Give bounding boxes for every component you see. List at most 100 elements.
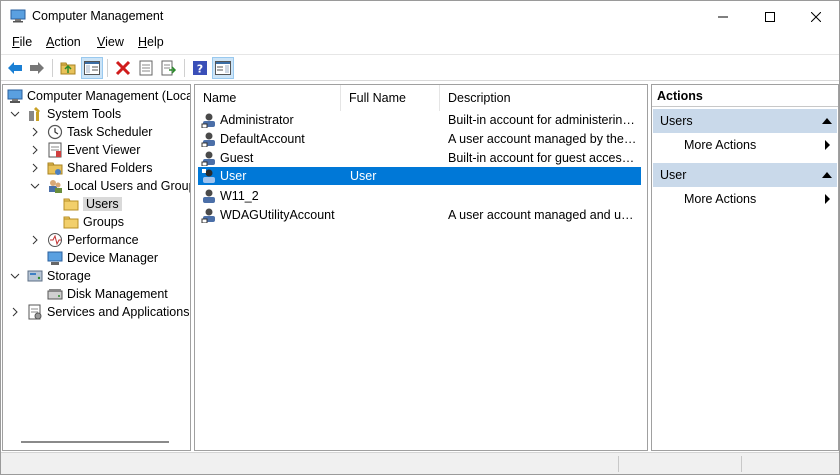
collapse-caret-icon[interactable]: [822, 172, 832, 178]
status-divider: [741, 456, 742, 472]
table-row[interactable]: W11_2: [198, 187, 641, 205]
menu-help[interactable]: Help: [138, 35, 164, 49]
chevron-down-icon[interactable]: [29, 180, 41, 192]
properties-button[interactable]: [135, 57, 157, 79]
horizontal-scrollbar-thumb[interactable]: [21, 441, 169, 443]
chevron-right-icon[interactable]: [9, 306, 21, 318]
event-viewer-icon: [48, 142, 62, 158]
actions-title: Actions: [652, 85, 838, 107]
chevron-down-icon[interactable]: [9, 108, 21, 120]
tree-item-system-tools[interactable]: System Tools: [9, 105, 121, 123]
status-divider: [618, 456, 619, 472]
user-account-icon: [201, 132, 215, 147]
table-row[interactable]: Guest Built-in account for guest access …: [198, 149, 641, 167]
window-title: Computer Management: [32, 9, 164, 23]
menu-file[interactable]: File: [12, 35, 32, 49]
tree-item-performance[interactable]: Performance: [29, 231, 139, 249]
more-actions-user[interactable]: More Actions: [684, 192, 756, 206]
user-description-cell: A user account managed and use...: [448, 208, 638, 222]
more-actions-users[interactable]: More Actions: [684, 138, 756, 152]
svg-text:?: ?: [197, 63, 203, 76]
actions-pane: Actions Users More Actions User More Act…: [651, 84, 839, 451]
help-button[interactable]: ?: [189, 57, 211, 79]
title-bar: Computer Management: [1, 1, 839, 32]
help-icon: ?: [193, 61, 207, 76]
actions-section-users[interactable]: Users: [653, 109, 837, 133]
delete-button[interactable]: [112, 57, 134, 79]
clock-icon: [47, 124, 63, 140]
column-header-name[interactable]: Name: [195, 85, 341, 111]
tree-item-local-users-and-groups[interactable]: Local Users and Groups: [29, 177, 190, 195]
table-row-selected[interactable]: User User: [198, 167, 641, 185]
tree-item-event-viewer[interactable]: Event Viewer: [29, 141, 140, 159]
computer-management-app-icon: [10, 9, 26, 23]
toolbar-separator: [52, 59, 53, 77]
column-header-full-name[interactable]: Full Name: [341, 85, 440, 111]
up-folder-icon: [60, 62, 76, 75]
submenu-arrow-icon: [825, 140, 830, 150]
shared-folder-icon: [47, 162, 63, 175]
submenu-arrow-icon: [825, 194, 830, 204]
tree-item-computer-management[interactable]: Computer Management (Local: [7, 87, 190, 105]
chevron-down-icon[interactable]: [9, 270, 21, 282]
services-icon: [28, 304, 42, 320]
user-description-cell: Built-in account for administering...: [448, 113, 638, 127]
collapse-caret-icon[interactable]: [822, 118, 832, 124]
tree-item-services-and-applications[interactable]: Services and Applications: [9, 303, 189, 321]
menu-view[interactable]: View: [97, 35, 124, 49]
tree-item-users[interactable]: Users: [63, 195, 122, 213]
show-hide-console-tree-button[interactable]: [81, 57, 103, 79]
users-list-pane: Name Full Name Description Administrator…: [194, 84, 648, 451]
user-description-cell: A user account managed by the s...: [448, 132, 638, 146]
tree-item-groups[interactable]: Groups: [63, 213, 124, 231]
table-row[interactable]: Administrator Built-in account for admin…: [198, 111, 641, 129]
table-row[interactable]: WDAGUtilityAccount A user account manage…: [198, 206, 641, 224]
tree-item-task-scheduler[interactable]: Task Scheduler: [29, 123, 152, 141]
show-hide-action-pane-button[interactable]: [212, 57, 234, 79]
system-tools-icon: [29, 107, 40, 121]
actions-section-user[interactable]: User: [653, 163, 837, 187]
chevron-right-icon[interactable]: [29, 234, 41, 246]
user-account-icon: [201, 208, 215, 223]
maximize-button[interactable]: [747, 1, 793, 32]
table-row[interactable]: DefaultAccount A user account managed by…: [198, 130, 641, 148]
chevron-right-icon[interactable]: [29, 144, 41, 156]
tree-item-device-manager[interactable]: Device Manager: [47, 249, 158, 267]
forward-arrow-icon: [30, 62, 44, 74]
menu-action[interactable]: Action: [46, 35, 81, 49]
storage-icon: [27, 270, 43, 282]
delete-x-icon: [115, 60, 131, 76]
export-list-button[interactable]: [158, 57, 180, 79]
column-header-description[interactable]: Description: [440, 85, 645, 111]
disk-icon: [47, 289, 63, 300]
chevron-right-icon[interactable]: [29, 126, 41, 138]
users-groups-icon: [49, 180, 62, 193]
tree-item-storage[interactable]: Storage: [9, 267, 91, 285]
menu-bar: File Action View Help: [1, 32, 839, 54]
user-name-cell: DefaultAccount: [220, 132, 305, 146]
user-account-icon: [201, 151, 215, 166]
minimize-button[interactable]: [700, 1, 746, 32]
up-one-level-button[interactable]: [57, 57, 79, 79]
tree-item-shared-folders[interactable]: Shared Folders: [29, 159, 152, 177]
user-name-cell: WDAGUtilityAccount: [220, 208, 335, 222]
chevron-right-icon[interactable]: [29, 162, 41, 174]
device-manager-icon: [47, 251, 63, 265]
folder-icon: [63, 216, 79, 229]
maximize-icon: [765, 11, 775, 22]
console-tree-icon: [84, 61, 100, 75]
toolbar-separator: [107, 59, 108, 77]
close-button[interactable]: [793, 1, 839, 32]
user-name-cell: User: [220, 169, 247, 183]
back-arrow-icon: [8, 62, 22, 74]
forward-button[interactable]: [26, 57, 48, 79]
tree-item-disk-management[interactable]: Disk Management: [47, 285, 168, 303]
folder-icon: [63, 198, 79, 211]
action-pane-icon: [215, 61, 231, 75]
user-name-cell: Guest: [220, 151, 254, 165]
back-button[interactable]: [4, 57, 26, 79]
user-full-name-cell: User: [350, 169, 377, 183]
close-icon: [811, 11, 821, 22]
user-account-icon: [203, 189, 215, 203]
performance-icon: [48, 233, 62, 247]
